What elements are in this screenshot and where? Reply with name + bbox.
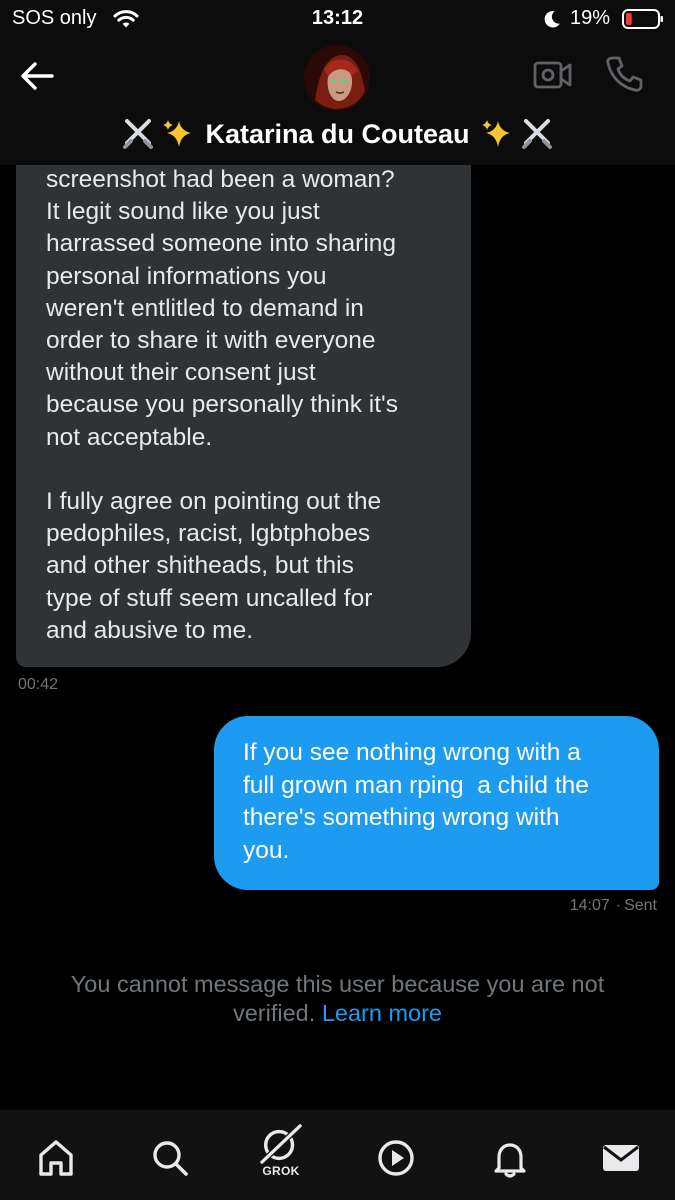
crossed-swords-icon	[123, 119, 154, 149]
phone-call-icon[interactable]	[604, 54, 644, 94]
grok-label: GROK	[262, 1164, 300, 1178]
conversation-title-row[interactable]: Katarina du Couteau	[0, 113, 675, 155]
dm-conversation-screen: screenshot had been a woman? It legit so…	[0, 0, 675, 1200]
notifications-bell-icon	[494, 1143, 526, 1178]
learn-more-link[interactable]: Learn more	[322, 1000, 442, 1026]
message-list[interactable]: screenshot had been a woman? It legit so…	[0, 0, 675, 1110]
outgoing-message-timestamp: 14:07	[569, 897, 610, 914]
cannot-message-notice: You cannot message this user because you…	[30, 970, 645, 1028]
status-bar: SOS only 13:12 19%	[0, 0, 675, 38]
video-play-icon	[378, 1140, 414, 1176]
nav-messages-button[interactable]	[593, 1130, 649, 1186]
home-icon	[39, 1140, 73, 1176]
outgoing-message-status: Sent	[624, 897, 657, 914]
battery-percent: 19%	[570, 7, 611, 29]
contact-name: Katarina du Couteau	[205, 118, 470, 149]
battery-icon	[622, 9, 663, 29]
outgoing-message-meta: 14:07 · Sent	[570, 897, 657, 915]
nav-notifications-button[interactable]	[482, 1130, 538, 1186]
sparkles-icon	[163, 120, 192, 147]
crossed-swords-icon	[521, 119, 552, 149]
meta-separator: ·	[615, 897, 622, 914]
messages-envelope-icon	[603, 1145, 639, 1171]
grok-icon	[259, 1123, 303, 1165]
video-call-icon[interactable]	[533, 58, 573, 92]
bottom-navigation-bar: GROK	[0, 1110, 675, 1200]
moon-icon	[544, 11, 560, 28]
nav-grok-button[interactable]: GROK	[253, 1122, 309, 1178]
search-icon	[153, 1141, 188, 1176]
nav-home-button[interactable]	[28, 1130, 84, 1186]
conversation-header: SOS only 13:12 19% Katarina du Couteau	[0, 0, 675, 165]
back-arrow-icon[interactable]	[18, 58, 56, 94]
incoming-message-bubble[interactable]: screenshot had been a woman? It legit so…	[16, 100, 471, 667]
incoming-message-timestamp: 00:42	[18, 676, 59, 693]
avatar-image	[306, 47, 368, 109]
contact-avatar[interactable]	[304, 45, 370, 111]
outgoing-message-bubble[interactable]: If you see nothing wrong with a full gro…	[214, 716, 659, 890]
sparkles-icon	[481, 120, 510, 147]
nav-search-button[interactable]	[142, 1130, 198, 1186]
nav-video-button[interactable]	[368, 1130, 424, 1186]
